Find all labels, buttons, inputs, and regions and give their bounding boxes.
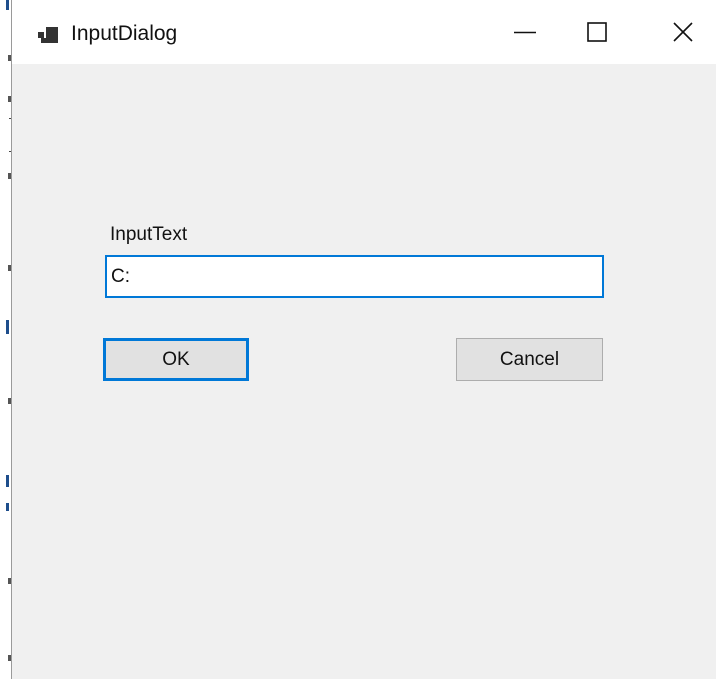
title-bar[interactable]: InputDialog (12, 0, 716, 64)
form-app-icon (38, 27, 58, 43)
maximize-button[interactable] (568, 0, 626, 64)
input-text-field[interactable] (105, 255, 604, 298)
background-window-mark (6, 475, 9, 487)
dialog-client-area: InputText OK Cancel (12, 64, 716, 679)
background-window-mark (6, 503, 9, 511)
background-window-mark (6, 0, 9, 10)
ok-button[interactable]: OK (103, 338, 249, 381)
window-title: InputDialog (71, 22, 178, 45)
input-text-label: InputText (110, 224, 188, 245)
maximize-icon (587, 22, 607, 42)
close-icon (673, 22, 693, 42)
close-button[interactable] (654, 0, 712, 64)
input-dialog-window: InputDialog InputText OK (11, 0, 716, 679)
minimize-button[interactable] (496, 0, 554, 64)
cancel-button[interactable]: Cancel (456, 338, 603, 381)
screen: InputDialog InputText OK (0, 0, 716, 679)
minimize-icon (514, 31, 536, 34)
background-window-mark (6, 320, 9, 334)
